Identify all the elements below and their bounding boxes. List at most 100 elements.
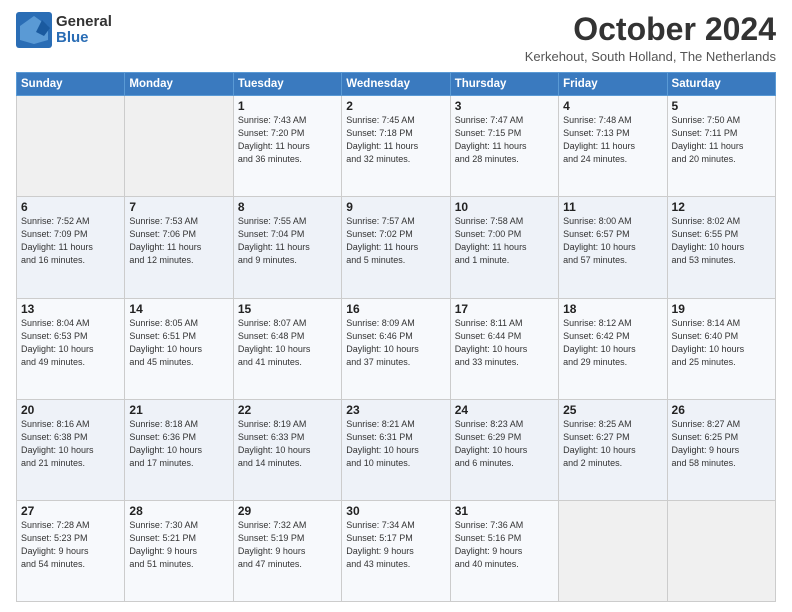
- day-number: 3: [455, 99, 554, 113]
- location: Kerkehout, South Holland, The Netherland…: [525, 49, 776, 64]
- day-number: 9: [346, 200, 445, 214]
- calendar-cell: 26Sunrise: 8:27 AMSunset: 6:25 PMDayligh…: [667, 399, 775, 500]
- day-number: 17: [455, 302, 554, 316]
- calendar-cell: 9Sunrise: 7:57 AMSunset: 7:02 PMDaylight…: [342, 197, 450, 298]
- calendar-cell: 6Sunrise: 7:52 AMSunset: 7:09 PMDaylight…: [17, 197, 125, 298]
- day-info: Sunrise: 8:09 AMSunset: 6:46 PMDaylight:…: [346, 317, 445, 369]
- calendar-cell: 25Sunrise: 8:25 AMSunset: 6:27 PMDayligh…: [559, 399, 667, 500]
- day-info: Sunrise: 7:43 AMSunset: 7:20 PMDaylight:…: [238, 114, 337, 166]
- calendar-cell: 20Sunrise: 8:16 AMSunset: 6:38 PMDayligh…: [17, 399, 125, 500]
- logo-text: General Blue: [56, 14, 112, 47]
- calendar-cell: 11Sunrise: 8:00 AMSunset: 6:57 PMDayligh…: [559, 197, 667, 298]
- day-number: 8: [238, 200, 337, 214]
- day-info: Sunrise: 7:34 AMSunset: 5:17 PMDaylight:…: [346, 519, 445, 571]
- day-info: Sunrise: 8:05 AMSunset: 6:51 PMDaylight:…: [129, 317, 228, 369]
- calendar-cell: 16Sunrise: 8:09 AMSunset: 6:46 PMDayligh…: [342, 298, 450, 399]
- day-number: 18: [563, 302, 662, 316]
- day-of-week-header: Wednesday: [342, 73, 450, 96]
- day-of-week-header: Monday: [125, 73, 233, 96]
- day-number: 22: [238, 403, 337, 417]
- calendar-cell: 21Sunrise: 8:18 AMSunset: 6:36 PMDayligh…: [125, 399, 233, 500]
- day-info: Sunrise: 8:25 AMSunset: 6:27 PMDaylight:…: [563, 418, 662, 470]
- day-number: 11: [563, 200, 662, 214]
- day-info: Sunrise: 7:52 AMSunset: 7:09 PMDaylight:…: [21, 215, 120, 267]
- calendar-cell: 4Sunrise: 7:48 AMSunset: 7:13 PMDaylight…: [559, 96, 667, 197]
- day-info: Sunrise: 7:48 AMSunset: 7:13 PMDaylight:…: [563, 114, 662, 166]
- day-info: Sunrise: 8:02 AMSunset: 6:55 PMDaylight:…: [672, 215, 771, 267]
- day-info: Sunrise: 8:14 AMSunset: 6:40 PMDaylight:…: [672, 317, 771, 369]
- calendar-cell: [17, 96, 125, 197]
- day-info: Sunrise: 7:58 AMSunset: 7:00 PMDaylight:…: [455, 215, 554, 267]
- calendar-cell: 10Sunrise: 7:58 AMSunset: 7:00 PMDayligh…: [450, 197, 558, 298]
- calendar-cell: 30Sunrise: 7:34 AMSunset: 5:17 PMDayligh…: [342, 500, 450, 601]
- calendar-week-row: 6Sunrise: 7:52 AMSunset: 7:09 PMDaylight…: [17, 197, 776, 298]
- calendar-cell: 23Sunrise: 8:21 AMSunset: 6:31 PMDayligh…: [342, 399, 450, 500]
- day-number: 15: [238, 302, 337, 316]
- day-info: Sunrise: 8:00 AMSunset: 6:57 PMDaylight:…: [563, 215, 662, 267]
- calendar-cell: 24Sunrise: 8:23 AMSunset: 6:29 PMDayligh…: [450, 399, 558, 500]
- header: General Blue October 2024 Kerkehout, Sou…: [16, 12, 776, 64]
- calendar-week-row: 27Sunrise: 7:28 AMSunset: 5:23 PMDayligh…: [17, 500, 776, 601]
- calendar-cell: 13Sunrise: 8:04 AMSunset: 6:53 PMDayligh…: [17, 298, 125, 399]
- calendar-cell: 1Sunrise: 7:43 AMSunset: 7:20 PMDaylight…: [233, 96, 341, 197]
- day-number: 7: [129, 200, 228, 214]
- day-number: 10: [455, 200, 554, 214]
- day-info: Sunrise: 7:28 AMSunset: 5:23 PMDaylight:…: [21, 519, 120, 571]
- day-number: 6: [21, 200, 120, 214]
- calendar-header-row: SundayMondayTuesdayWednesdayThursdayFrid…: [17, 73, 776, 96]
- calendar-cell: 8Sunrise: 7:55 AMSunset: 7:04 PMDaylight…: [233, 197, 341, 298]
- day-info: Sunrise: 8:18 AMSunset: 6:36 PMDaylight:…: [129, 418, 228, 470]
- calendar-cell: 15Sunrise: 8:07 AMSunset: 6:48 PMDayligh…: [233, 298, 341, 399]
- day-info: Sunrise: 8:12 AMSunset: 6:42 PMDaylight:…: [563, 317, 662, 369]
- day-number: 26: [672, 403, 771, 417]
- day-info: Sunrise: 7:53 AMSunset: 7:06 PMDaylight:…: [129, 215, 228, 267]
- calendar-cell: [667, 500, 775, 601]
- day-info: Sunrise: 8:27 AMSunset: 6:25 PMDaylight:…: [672, 418, 771, 470]
- calendar-week-row: 1Sunrise: 7:43 AMSunset: 7:20 PMDaylight…: [17, 96, 776, 197]
- day-number: 5: [672, 99, 771, 113]
- page: General Blue October 2024 Kerkehout, Sou…: [0, 0, 792, 612]
- generalblue-logo-icon: [16, 12, 52, 48]
- calendar-cell: 19Sunrise: 8:14 AMSunset: 6:40 PMDayligh…: [667, 298, 775, 399]
- day-info: Sunrise: 7:55 AMSunset: 7:04 PMDaylight:…: [238, 215, 337, 267]
- calendar-cell: 18Sunrise: 8:12 AMSunset: 6:42 PMDayligh…: [559, 298, 667, 399]
- day-of-week-header: Sunday: [17, 73, 125, 96]
- day-info: Sunrise: 7:57 AMSunset: 7:02 PMDaylight:…: [346, 215, 445, 267]
- calendar-cell: 31Sunrise: 7:36 AMSunset: 5:16 PMDayligh…: [450, 500, 558, 601]
- day-info: Sunrise: 7:47 AMSunset: 7:15 PMDaylight:…: [455, 114, 554, 166]
- day-info: Sunrise: 7:32 AMSunset: 5:19 PMDaylight:…: [238, 519, 337, 571]
- logo-general: General: [56, 14, 112, 31]
- day-number: 27: [21, 504, 120, 518]
- day-info: Sunrise: 7:45 AMSunset: 7:18 PMDaylight:…: [346, 114, 445, 166]
- day-info: Sunrise: 8:04 AMSunset: 6:53 PMDaylight:…: [21, 317, 120, 369]
- day-info: Sunrise: 8:19 AMSunset: 6:33 PMDaylight:…: [238, 418, 337, 470]
- title-block: October 2024 Kerkehout, South Holland, T…: [525, 12, 776, 64]
- day-number: 16: [346, 302, 445, 316]
- day-of-week-header: Tuesday: [233, 73, 341, 96]
- calendar-week-row: 13Sunrise: 8:04 AMSunset: 6:53 PMDayligh…: [17, 298, 776, 399]
- calendar-cell: 17Sunrise: 8:11 AMSunset: 6:44 PMDayligh…: [450, 298, 558, 399]
- day-info: Sunrise: 7:36 AMSunset: 5:16 PMDaylight:…: [455, 519, 554, 571]
- day-number: 28: [129, 504, 228, 518]
- day-info: Sunrise: 8:11 AMSunset: 6:44 PMDaylight:…: [455, 317, 554, 369]
- day-number: 31: [455, 504, 554, 518]
- calendar-cell: [559, 500, 667, 601]
- day-number: 4: [563, 99, 662, 113]
- day-number: 24: [455, 403, 554, 417]
- calendar-cell: 7Sunrise: 7:53 AMSunset: 7:06 PMDaylight…: [125, 197, 233, 298]
- calendar-cell: [125, 96, 233, 197]
- day-info: Sunrise: 7:50 AMSunset: 7:11 PMDaylight:…: [672, 114, 771, 166]
- calendar-cell: 28Sunrise: 7:30 AMSunset: 5:21 PMDayligh…: [125, 500, 233, 601]
- day-of-week-header: Friday: [559, 73, 667, 96]
- day-number: 30: [346, 504, 445, 518]
- calendar-table: SundayMondayTuesdayWednesdayThursdayFrid…: [16, 72, 776, 602]
- day-info: Sunrise: 8:21 AMSunset: 6:31 PMDaylight:…: [346, 418, 445, 470]
- day-number: 2: [346, 99, 445, 113]
- calendar-cell: 22Sunrise: 8:19 AMSunset: 6:33 PMDayligh…: [233, 399, 341, 500]
- calendar-cell: 12Sunrise: 8:02 AMSunset: 6:55 PMDayligh…: [667, 197, 775, 298]
- day-number: 29: [238, 504, 337, 518]
- calendar-cell: 2Sunrise: 7:45 AMSunset: 7:18 PMDaylight…: [342, 96, 450, 197]
- day-number: 12: [672, 200, 771, 214]
- day-number: 25: [563, 403, 662, 417]
- day-info: Sunrise: 8:23 AMSunset: 6:29 PMDaylight:…: [455, 418, 554, 470]
